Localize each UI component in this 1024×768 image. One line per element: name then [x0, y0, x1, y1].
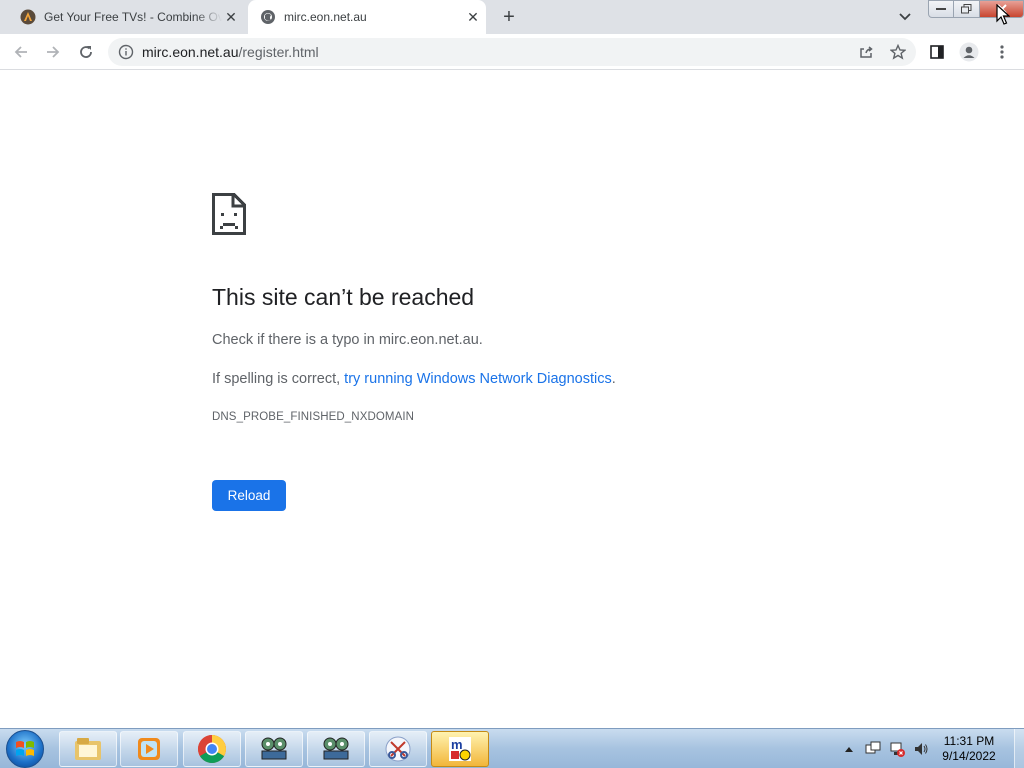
chevron-down-icon[interactable] [896, 8, 914, 26]
mouse-cursor-icon [996, 3, 1011, 31]
tray-expand-icon[interactable] [840, 740, 858, 758]
minimize-icon[interactable] [928, 0, 954, 18]
url-host: mirc.eon.net.au [142, 44, 239, 60]
close-tab-icon[interactable]: ✕ [464, 8, 482, 26]
info-icon[interactable] [118, 44, 134, 60]
windows-taskbar: m 11:31 PM 9/14/2022 [0, 728, 1024, 768]
error-title: This site can’t be reached [212, 284, 475, 310]
tab-inactive[interactable]: Get Your Free TVs! - Combine Ov ✕ [8, 0, 244, 34]
bookmark-star-icon[interactable] [887, 41, 909, 63]
page-content: This site can’t be reached Check if ther… [0, 71, 1024, 728]
kebab-menu-icon[interactable] [991, 41, 1013, 63]
close-tab-icon[interactable]: ✕ [222, 8, 240, 26]
suggestion-prefix: If spelling is correct, [212, 371, 345, 387]
url-text: mirc.eon.net.au/register.html [142, 44, 319, 60]
netmeeting-icon[interactable] [245, 731, 303, 767]
tab-title: mirc.eon.net.au [284, 10, 367, 24]
svg-text:m: m [451, 737, 463, 752]
network-diagnostics-link[interactable]: try running Windows Network Diagnostics [344, 371, 612, 387]
profile-avatar-icon[interactable] [958, 41, 980, 63]
reload-icon[interactable] [75, 41, 97, 63]
taskbar-clock[interactable]: 11:31 PM 9/14/2022 [936, 734, 1002, 764]
globe-icon [260, 9, 276, 25]
share-icon[interactable] [855, 41, 877, 63]
browser-toolbar: mirc.eon.net.au/register.html [0, 34, 1024, 70]
forward-arrow-icon[interactable] [42, 41, 64, 63]
url-path: /register.html [238, 44, 319, 60]
address-bar[interactable]: mirc.eon.net.au/register.html [108, 38, 916, 66]
side-panel-icon[interactable] [926, 41, 948, 63]
clock-date: 9/14/2022 [942, 749, 996, 763]
show-desktop-button[interactable] [1014, 729, 1024, 768]
tab-strip: Get Your Free TVs! - Combine Ov ✕ mirc.e… [0, 0, 1024, 34]
back-arrow-icon[interactable] [10, 41, 32, 63]
site-favicon-icon [20, 9, 36, 25]
volume-icon[interactable] [912, 740, 930, 758]
network-error-icon[interactable] [888, 740, 906, 758]
error-suggestion-typo: Check if there is a typo in mirc.eon.net… [212, 332, 483, 348]
media-player-icon[interactable] [120, 731, 178, 767]
file-explorer-icon[interactable] [59, 731, 117, 767]
mirc-icon[interactable]: m [431, 731, 489, 767]
restore-icon[interactable] [954, 0, 980, 18]
error-suggestion-diagnostics: If spelling is correct, try running Wind… [212, 371, 616, 387]
sad-document-icon [212, 193, 246, 240]
tab-title: Get Your Free TVs! - Combine Ov [44, 10, 222, 24]
suggestion-suffix: . [611, 371, 616, 387]
scissors-tool-icon[interactable] [369, 731, 427, 767]
screen: { "browser": { "tabs": [ { "title": "Get… [0, 0, 1024, 768]
netmeeting-icon[interactable] [307, 731, 365, 767]
action-center-icon[interactable] [864, 740, 882, 758]
clock-time: 11:31 PM [943, 734, 995, 748]
reload-button[interactable]: Reload [212, 480, 286, 511]
new-tab-button[interactable]: + [498, 6, 520, 28]
tab-active[interactable]: mirc.eon.net.au ✕ [248, 0, 486, 34]
error-code: DNS_PROBE_FINISHED_NXDOMAIN [212, 411, 415, 423]
start-button[interactable] [6, 730, 44, 768]
chrome-icon[interactable] [183, 731, 241, 767]
system-tray: 11:31 PM 9/14/2022 [840, 729, 1024, 768]
